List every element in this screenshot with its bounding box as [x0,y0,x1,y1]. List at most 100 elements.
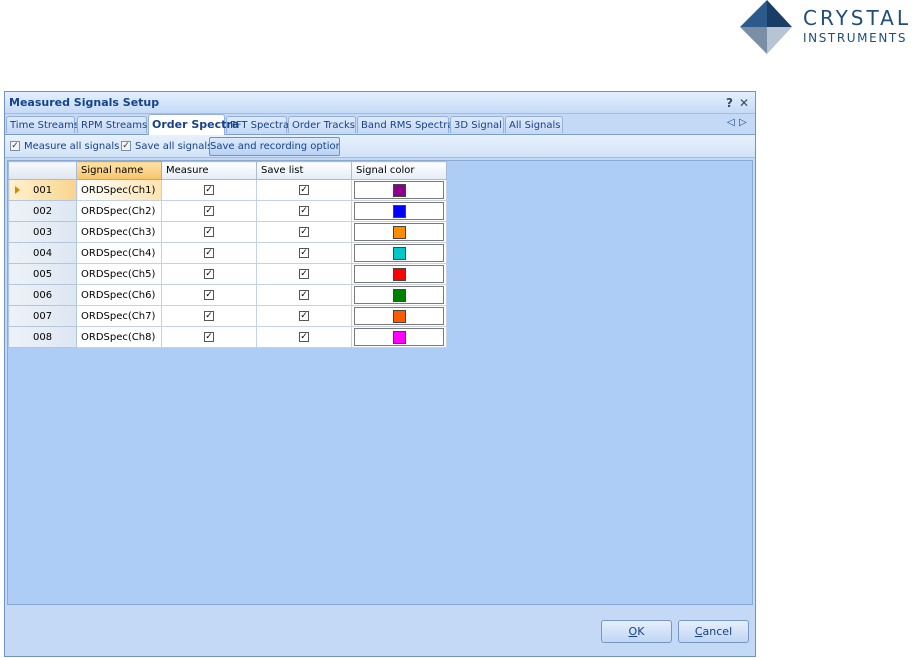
signal-color-picker[interactable] [354,202,444,220]
measure-checkbox[interactable]: ✓ [204,311,214,321]
save-all-signals-checkbox[interactable]: ✓ Save all signals [121,139,212,153]
signal-color-cell[interactable] [351,221,447,243]
signal-color-cell[interactable] [351,284,447,306]
ok-button[interactable]: OK [601,620,672,643]
tab-scroll-left-icon[interactable]: ◁ [727,117,735,128]
column-header-measure[interactable]: Measure [161,161,257,180]
measure-cell[interactable]: ✓ [161,200,257,222]
measure-checkbox[interactable]: ✓ [204,248,214,258]
save-list-cell[interactable]: ✓ [256,326,352,348]
measure-checkbox[interactable]: ✓ [204,206,214,216]
row-id: 004 [33,247,53,259]
measure-checkbox[interactable]: ✓ [204,332,214,342]
measure-checkbox[interactable]: ✓ [204,269,214,279]
column-header-signal-name[interactable]: Signal name [76,161,162,180]
table-row[interactable]: 005 ORDSpec(Ch5) ✓ ✓ [8,263,447,285]
row-number[interactable]: 003 [8,221,77,243]
signal-color-picker[interactable] [354,181,444,199]
tab-time-streams[interactable]: Time Streams [6,116,79,133]
close-button[interactable]: ✕ [739,96,749,110]
signal-color-picker[interactable] [354,328,444,346]
tab-order-spectra[interactable]: Order Spectra [148,114,239,135]
measure-cell[interactable]: ✓ [161,242,257,264]
signal-color-cell[interactable] [351,242,447,264]
row-number[interactable]: 007 [8,305,77,327]
row-number[interactable]: 008 [8,326,77,348]
signal-name-cell[interactable]: ORDSpec(Ch7) [76,305,162,327]
signal-name-cell[interactable]: ORDSpec(Ch8) [76,326,162,348]
save-list-cell[interactable]: ✓ [256,242,352,264]
measure-all-label: Measure all signals [24,140,120,152]
grid-corner-header[interactable] [8,161,77,180]
tab-scroll-right-icon[interactable]: ▷ [739,117,747,128]
signal-name-cell[interactable]: ORDSpec(Ch1) [76,179,162,201]
row-number[interactable]: 002 [8,200,77,222]
save-list-checkbox[interactable]: ✓ [299,227,309,237]
signal-color-picker[interactable] [354,307,444,325]
measure-cell[interactable]: ✓ [161,326,257,348]
save-list-cell[interactable]: ✓ [256,179,352,201]
table-row[interactable]: 003 ORDSpec(Ch3) ✓ ✓ [8,221,447,243]
save-all-check-icon[interactable]: ✓ [121,141,131,151]
save-list-cell[interactable]: ✓ [256,221,352,243]
table-row[interactable]: 004 ORDSpec(Ch4) ✓ ✓ [8,242,447,264]
signal-color-cell[interactable] [351,200,447,222]
save-list-checkbox[interactable]: ✓ [299,311,309,321]
save-list-checkbox[interactable]: ✓ [299,206,309,216]
table-row[interactable]: 007 ORDSpec(Ch7) ✓ ✓ [8,305,447,327]
signal-color-cell[interactable] [351,326,447,348]
row-number[interactable]: 005 [8,263,77,285]
save-list-checkbox[interactable]: ✓ [299,185,309,195]
signal-color-picker[interactable] [354,265,444,283]
save-list-checkbox[interactable]: ✓ [299,332,309,342]
signal-name-cell[interactable]: ORDSpec(Ch4) [76,242,162,264]
measure-all-check-icon[interactable]: ✓ [10,141,20,151]
signal-name-cell[interactable]: ORDSpec(Ch2) [76,200,162,222]
save-and-recording-options-button[interactable]: Save and recording options [209,137,340,156]
save-list-cell[interactable]: ✓ [256,200,352,222]
row-number[interactable]: 006 [8,284,77,306]
signal-color-cell[interactable] [351,263,447,285]
save-all-label: Save all signals [135,140,213,152]
signals-grid-area: Signal name Measure Save list Signal col… [7,160,753,605]
table-row[interactable]: 006 ORDSpec(Ch6) ✓ ✓ [8,284,447,306]
tab-3d-signal[interactable]: 3D Signal [450,116,504,133]
tab-order-tracks[interactable]: Order Tracks [288,116,356,133]
tab-rpm-streams[interactable]: RPM Streams [77,116,147,133]
save-list-cell[interactable]: ✓ [256,263,352,285]
measure-checkbox[interactable]: ✓ [204,185,214,195]
save-list-cell[interactable]: ✓ [256,305,352,327]
signal-name-cell[interactable]: ORDSpec(Ch6) [76,284,162,306]
measure-cell[interactable]: ✓ [161,263,257,285]
column-header-save-list[interactable]: Save list [256,161,352,180]
table-row[interactable]: 002 ORDSpec(Ch2) ✓ ✓ [8,200,447,222]
save-list-checkbox[interactable]: ✓ [299,248,309,258]
save-list-checkbox[interactable]: ✓ [299,269,309,279]
signal-color-cell[interactable] [351,179,447,201]
measure-cell[interactable]: ✓ [161,179,257,201]
column-header-signal-color[interactable]: Signal color [351,161,447,180]
table-row[interactable]: 001 ORDSpec(Ch1) ✓ ✓ [8,179,447,201]
signal-color-picker[interactable] [354,244,444,262]
measure-cell[interactable]: ✓ [161,284,257,306]
measure-cell[interactable]: ✓ [161,305,257,327]
measure-all-signals-checkbox[interactable]: ✓ Measure all signals [10,139,119,153]
cancel-button[interactable]: Cancel [678,620,749,643]
measure-checkbox[interactable]: ✓ [204,227,214,237]
row-number[interactable]: 004 [8,242,77,264]
signal-color-picker[interactable] [354,223,444,241]
signal-name-cell[interactable]: ORDSpec(Ch3) [76,221,162,243]
signal-name-cell[interactable]: ORDSpec(Ch5) [76,263,162,285]
save-list-checkbox[interactable]: ✓ [299,290,309,300]
row-number[interactable]: 001 [8,179,77,201]
measure-cell[interactable]: ✓ [161,221,257,243]
help-button[interactable]: ? [726,96,733,110]
save-list-cell[interactable]: ✓ [256,284,352,306]
measure-checkbox[interactable]: ✓ [204,290,214,300]
color-swatch [392,246,406,260]
signal-color-picker[interactable] [354,286,444,304]
tab-all-signals[interactable]: All Signals [505,116,563,133]
tab-band-rms-spectra[interactable]: Band RMS Spectra [357,116,453,133]
signal-color-cell[interactable] [351,305,447,327]
table-row[interactable]: 008 ORDSpec(Ch8) ✓ ✓ [8,326,447,348]
